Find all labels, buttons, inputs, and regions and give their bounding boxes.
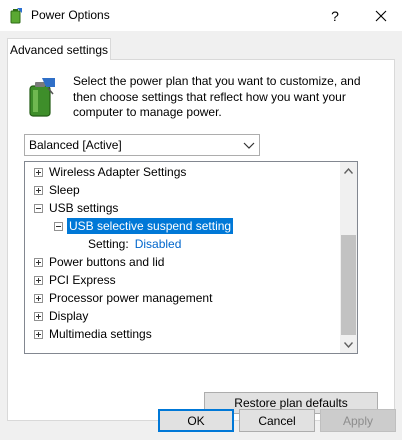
tree-item-multimedia[interactable]: Multimedia settings	[34, 325, 350, 343]
expand-icon[interactable]	[34, 185, 43, 195]
collapse-icon[interactable]	[54, 221, 63, 231]
advanced-settings-panel: Select the power plan that you want to c…	[7, 59, 395, 421]
setting-label: Setting:	[88, 237, 129, 251]
tree-item-usb-settings[interactable]: USB settings	[34, 199, 350, 217]
help-button[interactable]: ?	[318, 0, 352, 31]
tree-item-label-selected: USB selective suspend setting	[67, 218, 234, 234]
power-options-app-icon	[10, 8, 22, 24]
scroll-down-button[interactable]	[340, 336, 357, 353]
plan-description: Select the power plan that you want to c…	[73, 74, 361, 119]
tree-item-setting[interactable]: Setting: Disabled	[88, 235, 357, 253]
tree-item-label: Display	[49, 309, 89, 323]
power-plan-dropdown[interactable]: Balanced [Active]	[24, 134, 260, 156]
scroll-thumb[interactable]	[341, 235, 356, 335]
window-title: Power Options	[31, 8, 110, 22]
scroll-up-button[interactable]	[340, 162, 357, 179]
ok-button[interactable]: OK	[158, 409, 234, 432]
power-plan-selected: Balanced [Active]	[29, 138, 122, 152]
chevron-down-icon	[243, 142, 255, 149]
battery-power-icon	[29, 78, 55, 117]
tree-item-label: Processor power management	[49, 291, 213, 305]
tree-item-processor-power[interactable]: Processor power management	[34, 289, 350, 307]
close-button[interactable]	[360, 0, 402, 31]
expand-icon[interactable]	[34, 311, 43, 321]
tree-item-power-buttons-lid[interactable]: Power buttons and lid	[34, 253, 350, 271]
expand-icon[interactable]	[34, 293, 43, 303]
tree-item-label: Multimedia settings	[49, 327, 152, 341]
setting-value-link[interactable]: Disabled	[135, 237, 182, 251]
tree-item-label: Wireless Adapter Settings	[49, 165, 187, 179]
chevron-down-icon	[344, 341, 353, 348]
tree-item-label: Power buttons and lid	[49, 255, 165, 269]
dialog-body: Advanced settings Select the power plan …	[0, 31, 402, 440]
tree-item-usb-selective-suspend[interactable]: USB selective suspend setting	[54, 217, 357, 235]
tree-item-label: PCI Express	[49, 273, 116, 287]
tree-item-label: Sleep	[49, 183, 80, 197]
expand-icon[interactable]	[34, 167, 43, 177]
chevron-up-icon	[344, 167, 353, 174]
tree-item-display[interactable]: Display	[34, 307, 350, 325]
tab-advanced-settings[interactable]: Advanced settings	[7, 38, 111, 60]
expand-icon[interactable]	[34, 329, 43, 339]
tree-item-wireless-adapter[interactable]: Wireless Adapter Settings	[34, 163, 350, 181]
tree-scrollbar[interactable]	[340, 162, 357, 353]
expand-icon[interactable]	[34, 275, 43, 285]
cancel-button[interactable]: Cancel	[239, 409, 315, 432]
tree-item-pci-express[interactable]: PCI Express	[34, 271, 350, 289]
settings-tree[interactable]: Wireless Adapter Settings Sleep USB sett…	[24, 161, 358, 354]
tree-item-sleep[interactable]: Sleep	[34, 181, 350, 199]
collapse-icon[interactable]	[34, 203, 43, 213]
apply-button[interactable]: Apply	[320, 409, 396, 432]
close-icon	[375, 10, 387, 21]
expand-icon[interactable]	[34, 257, 43, 267]
title-bar: Power Options ?	[0, 0, 402, 31]
tree-item-label: USB settings	[49, 201, 119, 215]
